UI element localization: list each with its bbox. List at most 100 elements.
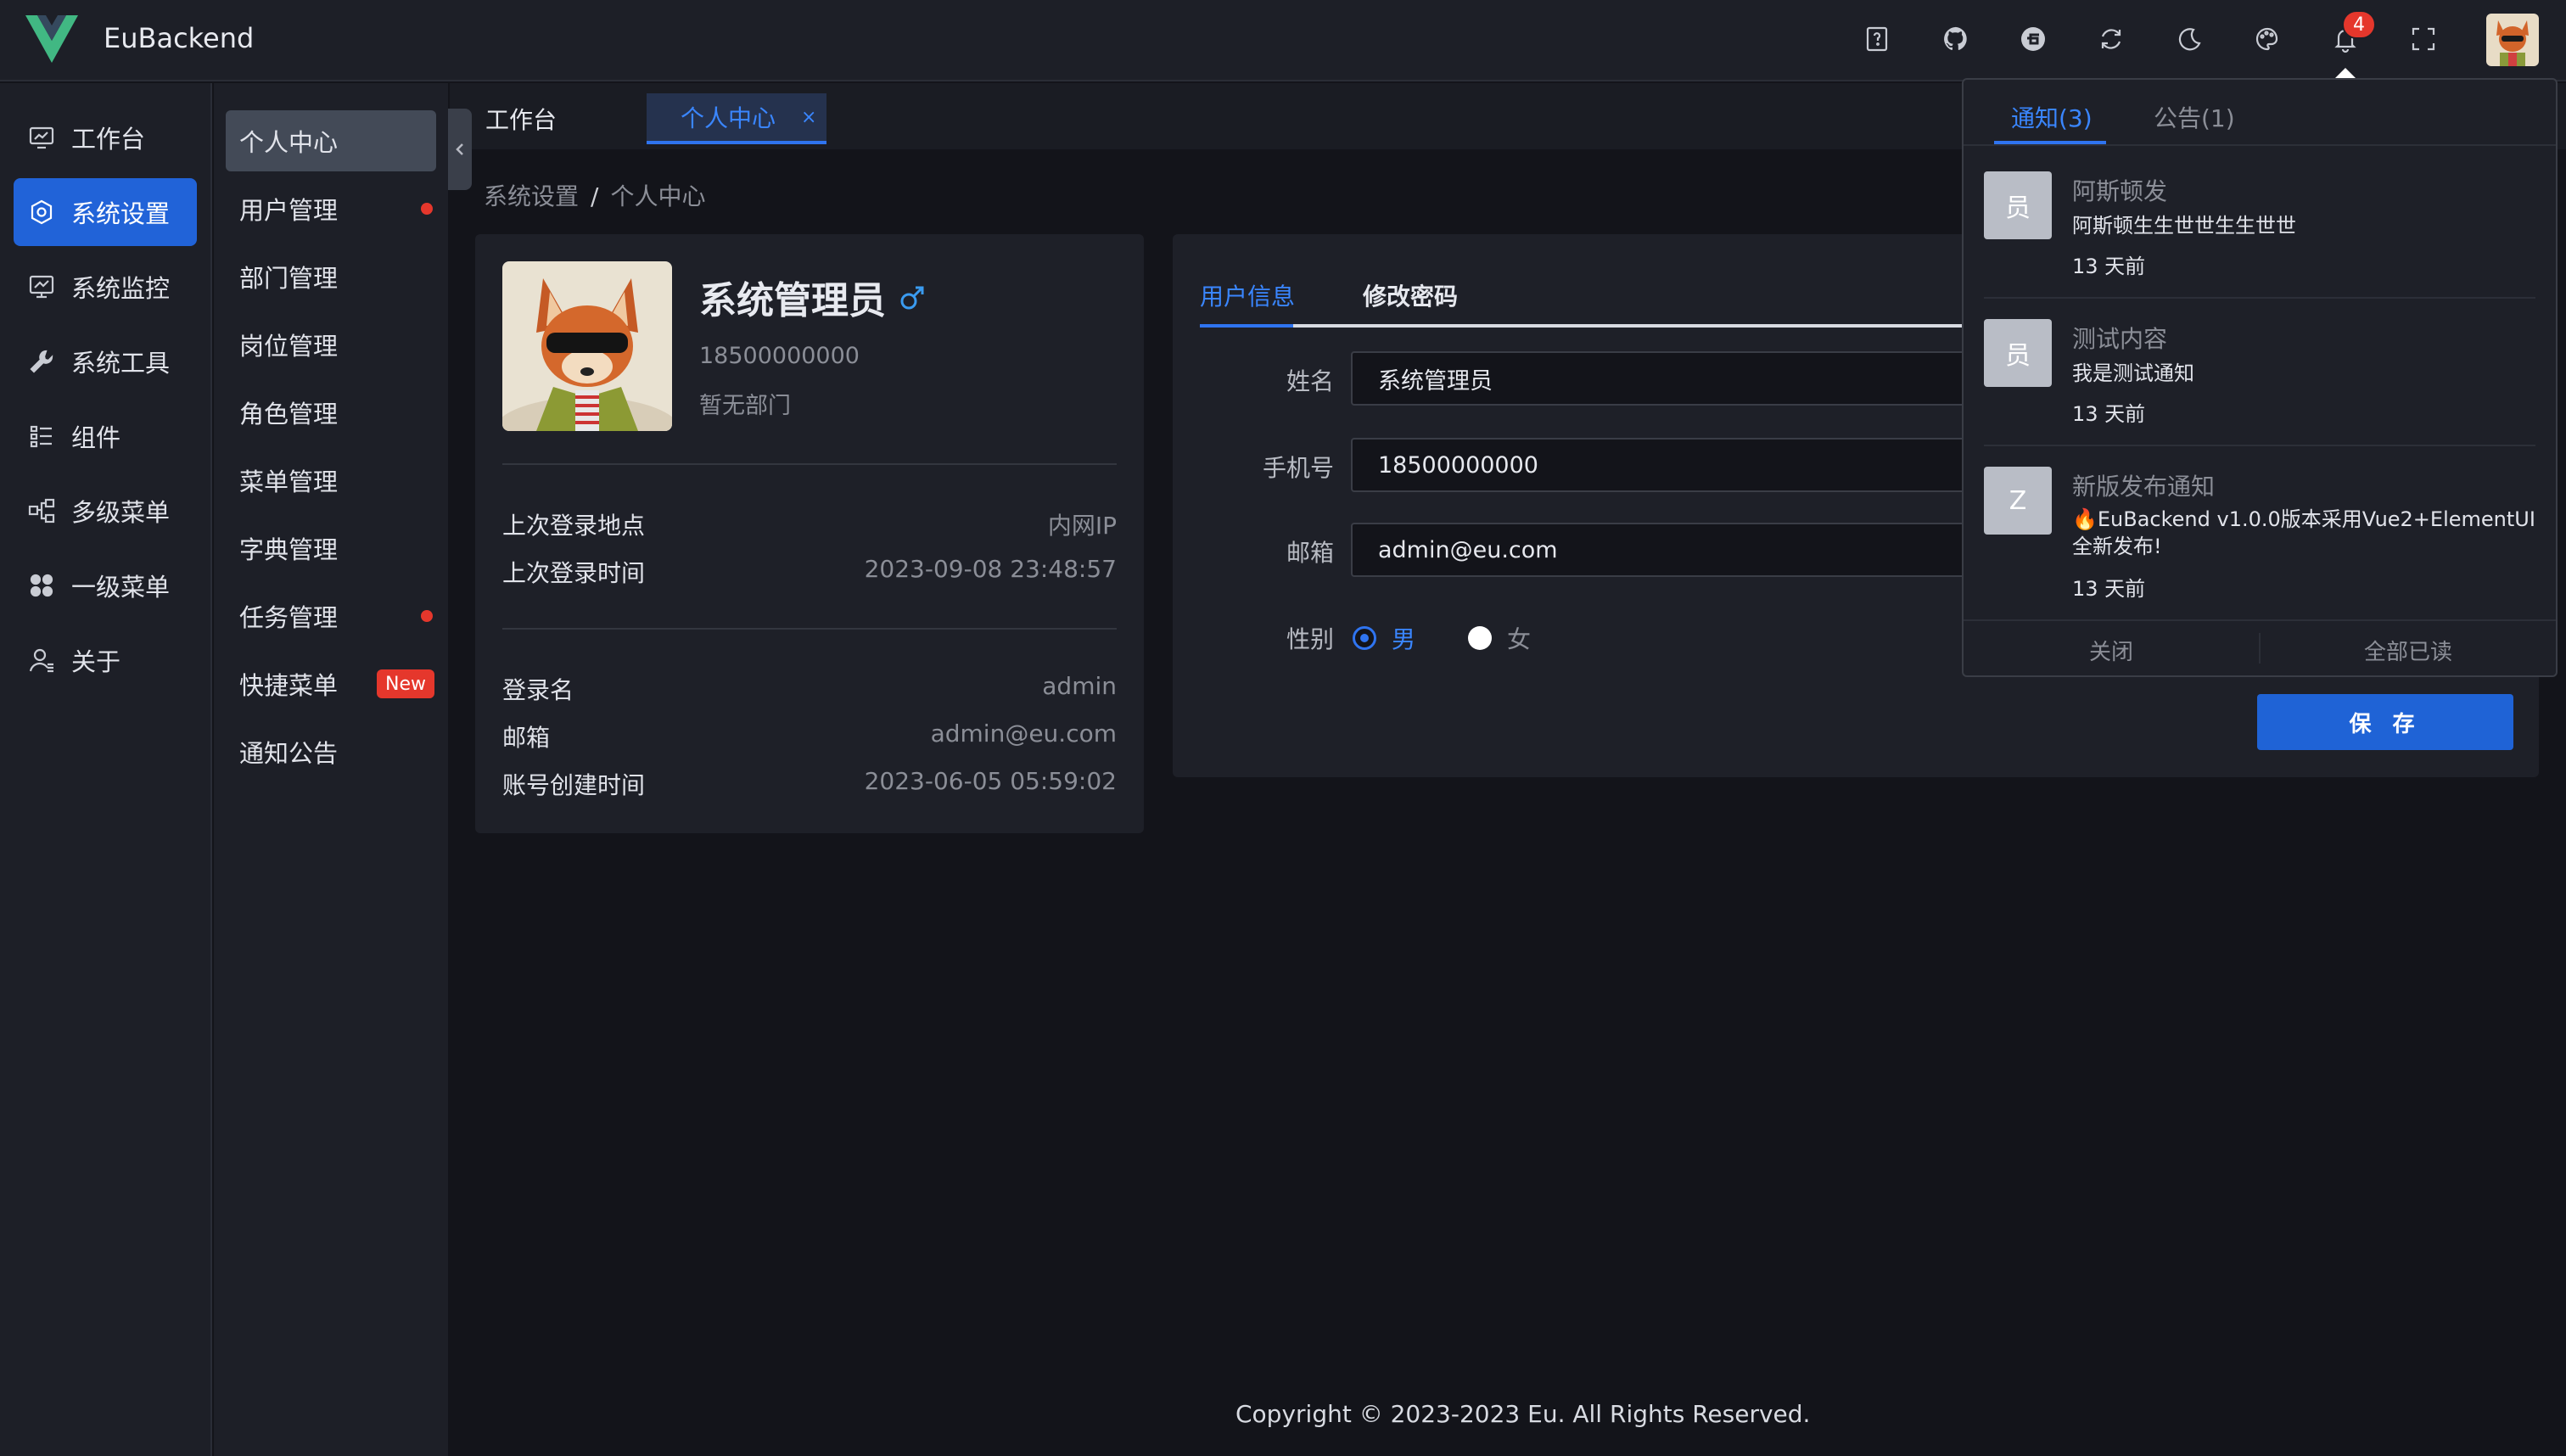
- tab-announcements[interactable]: 公告(1): [2154, 100, 2235, 134]
- notification-avatar: Z: [1984, 467, 2052, 535]
- sidebar-item-multilevel-menu[interactable]: 多级菜单: [14, 477, 197, 545]
- secondary-sidebar: 个人中心 用户管理 部门管理 岗位管理 角色管理 菜单管理 字典管理 任务管理 …: [214, 83, 448, 1456]
- divider: [502, 628, 1117, 630]
- wrench-icon: [30, 350, 53, 373]
- notification-time: 13 天前: [2072, 255, 2146, 278]
- profile-phone: 18500000000: [699, 343, 860, 369]
- male-gender-icon: [900, 286, 924, 310]
- email-value: admin@eu.com: [930, 720, 1117, 748]
- login-name-value: admin: [1042, 672, 1117, 700]
- phone-field[interactable]: 18500000000: [1351, 438, 2030, 492]
- primary-sidebar: 工作台 系统设置 系统监控 系统工具 组件 多级菜单 一级菜单 关于: [0, 83, 212, 1456]
- notification-time: 13 天前: [2072, 402, 2146, 426]
- user-icon: [29, 648, 53, 673]
- notification-time: 13 天前: [2072, 577, 2146, 601]
- last-login-location-label: 上次登录地点: [502, 512, 646, 540]
- profile-department: 暂无部门: [699, 393, 791, 419]
- gender-male-radio[interactable]: [1353, 626, 1376, 650]
- submenu-item-dictionary[interactable]: 字典管理: [226, 518, 436, 579]
- top-header: EuBackend 4: [0, 0, 2566, 81]
- grid-icon: [30, 574, 53, 597]
- tab-workbench[interactable]: 工作台: [485, 93, 557, 144]
- settings-icon: [31, 199, 53, 225]
- submenu-item-label: 角色管理: [239, 400, 339, 428]
- sidebar-item-dashboard[interactable]: 工作台: [14, 104, 197, 171]
- phone-label: 手机号: [1262, 454, 1334, 482]
- vue-logo[interactable]: [25, 15, 78, 63]
- notification-title: 新版发布通知: [2072, 473, 2216, 501]
- collapse-sidebar-button[interactable]: [448, 109, 472, 190]
- submenu-item-profile[interactable]: 个人中心: [226, 110, 436, 171]
- list-icon: [30, 425, 52, 448]
- submenu-item-tasks[interactable]: 任务管理: [226, 585, 436, 647]
- submenu-item-roles[interactable]: 角色管理: [226, 382, 436, 443]
- notification-item[interactable]: Z 新版发布通知 🔥EuBackend v1.0.0版本采用Vue2+Eleme…: [1964, 467, 2556, 619]
- sidebar-item-components[interactable]: 组件: [14, 402, 197, 470]
- divider: [2259, 633, 2261, 664]
- divider: [1984, 297, 2535, 299]
- close-button[interactable]: 关闭: [2089, 635, 2133, 666]
- sidebar-item-first-level-menu[interactable]: 一级菜单: [14, 552, 197, 619]
- tab-user-info[interactable]: 用户信息: [1200, 278, 1295, 312]
- breadcrumb-item[interactable]: 系统设置: [484, 182, 579, 210]
- profile-card: 系统管理员 18500000000 暂无部门 上次登录地点 内网IP 上次登录时…: [475, 234, 1144, 833]
- gender-female-radio[interactable]: [1468, 626, 1492, 650]
- profile-avatar[interactable]: [502, 261, 672, 431]
- notification-title: 测试内容: [2072, 325, 2168, 353]
- sidebar-item-label: 系统监控: [71, 274, 171, 303]
- sidebar-item-system-settings[interactable]: 系统设置: [14, 178, 197, 246]
- submenu-item-shortcut-menu[interactable]: 快捷菜单 New: [226, 653, 436, 714]
- gender-female-label[interactable]: 女: [1507, 621, 1531, 655]
- popover-arrow: [2335, 68, 2356, 78]
- help-icon[interactable]: [1860, 22, 1894, 56]
- email-field[interactable]: admin@eu.com: [1351, 523, 2030, 577]
- sidebar-item-label: 关于: [71, 647, 121, 676]
- chevron-left-icon: [456, 143, 463, 155]
- tab-underline: [1200, 324, 2048, 328]
- github-icon[interactable]: [1938, 22, 1972, 56]
- sidebar-item-system-monitor[interactable]: 系统监控: [14, 253, 197, 321]
- user-avatar[interactable]: [2486, 14, 2539, 66]
- account-created-label: 账号创建时间: [502, 771, 646, 799]
- tab-change-password[interactable]: 修改密码: [1363, 278, 1458, 312]
- gitee-icon[interactable]: [2016, 22, 2050, 56]
- notification-body: 🔥EuBackend v1.0.0版本采用Vue2+ElementUI全新发布!: [2072, 507, 2535, 558]
- name-field[interactable]: 系统管理员: [1351, 351, 2030, 406]
- popover-footer: 关闭 全部已读: [1964, 619, 2556, 675]
- submenu-item-positions[interactable]: 岗位管理: [226, 314, 436, 375]
- tab-notifications[interactable]: 通知(3): [2011, 100, 2093, 134]
- sidebar-item-label: 一级菜单: [71, 573, 171, 602]
- save-button[interactable]: 保 存: [2257, 694, 2513, 750]
- moon-icon[interactable]: [2172, 22, 2206, 56]
- sidebar-item-about[interactable]: 关于: [14, 626, 197, 694]
- gender-male-label[interactable]: 男: [1392, 621, 1415, 655]
- sidebar-item-label: 工作台: [71, 125, 146, 154]
- mark-all-read-button[interactable]: 全部已读: [2364, 635, 2452, 666]
- submenu-item-label: 通知公告: [239, 739, 339, 768]
- refresh-icon[interactable]: [2094, 22, 2128, 56]
- footer-copyright: Copyright © 2023-2023 Eu. All Rights Res…: [1235, 1400, 1811, 1428]
- submenu-item-label: 个人中心: [239, 128, 339, 157]
- monitor-icon: [29, 275, 54, 299]
- notification-item[interactable]: 员 测试内容 我是测试通知 13 天前: [1964, 319, 2556, 455]
- sidebar-item-label: 系统工具: [71, 349, 171, 378]
- sidebar-item-system-tools[interactable]: 系统工具: [14, 328, 197, 395]
- tab-label: 个人中心: [681, 104, 776, 132]
- sidebar-item-label: 组件: [71, 423, 121, 452]
- app-title: EuBackend: [104, 22, 255, 54]
- close-icon[interactable]: ×: [801, 107, 816, 128]
- notification-item[interactable]: 员 阿斯顿发 阿斯顿生生世世生生世世 13 天前: [1964, 171, 2556, 307]
- submenu-item-departments[interactable]: 部门管理: [226, 246, 436, 307]
- notification-count-badge: 4: [2342, 10, 2376, 39]
- name-label: 姓名: [1286, 367, 1334, 395]
- submenu-item-notices[interactable]: 通知公告: [226, 721, 436, 782]
- tab-active-indicator: [1200, 324, 1293, 328]
- submenu-item-label: 部门管理: [239, 264, 339, 293]
- tab-profile[interactable]: 个人中心 ×: [647, 93, 826, 144]
- palette-icon[interactable]: [2250, 22, 2284, 56]
- fullscreen-icon[interactable]: [2406, 22, 2440, 56]
- submenu-item-menus[interactable]: 菜单管理: [226, 450, 436, 511]
- notification-title: 阿斯顿发: [2072, 177, 2168, 205]
- breadcrumb-separator: /: [591, 182, 599, 210]
- submenu-item-users[interactable]: 用户管理: [226, 178, 436, 239]
